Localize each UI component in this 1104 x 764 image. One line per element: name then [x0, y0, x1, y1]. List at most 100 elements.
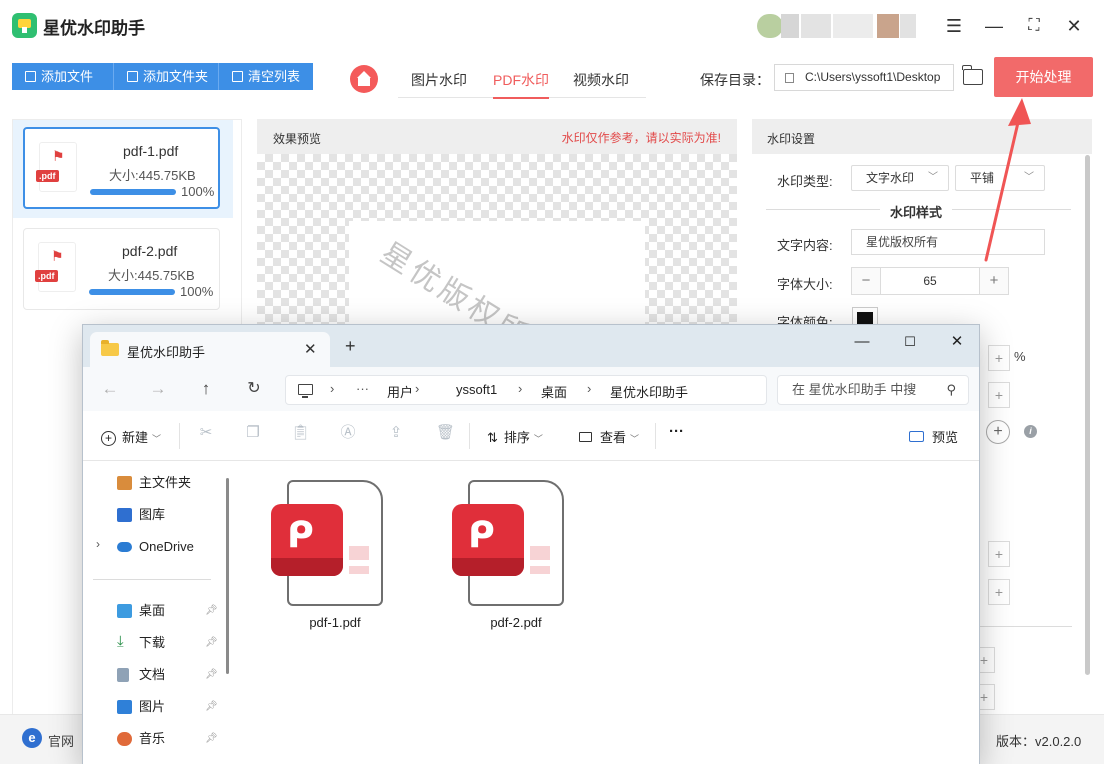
close-tab-icon[interactable]: ✕	[304, 340, 317, 358]
file-name-label[interactable]: pdf-2.pdf	[458, 615, 574, 630]
explorer-search-input[interactable]: 在 星优水印助手 中搜 ⚲	[777, 375, 969, 405]
breadcrumb-item[interactable]: 桌面	[541, 382, 567, 401]
title-bar: 星优水印助手 ☰ — ⛶ ✕	[0, 0, 1104, 52]
cut-icon[interactable]: ✂	[197, 424, 215, 442]
explorer-file-area: ᑭ pdf-1.pdf ᑭ pdf-2.pdf	[235, 462, 979, 764]
add-file-label: 添加文件	[41, 69, 94, 84]
pdf-decoration	[349, 566, 369, 574]
pdf-decoration	[530, 566, 550, 574]
tab-video-watermark[interactable]: 视频水印	[573, 70, 629, 90]
tab-pdf-watermark[interactable]: PDF水印	[493, 70, 549, 99]
tab-image-watermark[interactable]: 图片水印	[411, 70, 467, 90]
nav-item-label: 主文件夹	[139, 475, 192, 490]
paste-icon[interactable]: 📋︎	[291, 424, 310, 442]
close-icon[interactable]: ✕	[1062, 14, 1086, 38]
pin-icon[interactable]: 📌︎	[205, 733, 218, 744]
maximize-icon[interactable]: ⛶	[1022, 14, 1046, 38]
pdf-file-item[interactable]: ᑭ	[271, 480, 387, 608]
nav-scrollbar[interactable]	[226, 478, 229, 674]
nav-item-onedrive[interactable]: OneDrive	[117, 537, 194, 557]
plus-circle-icon: +	[101, 431, 116, 446]
divider	[469, 423, 470, 449]
font-size-value[interactable]: 65	[880, 268, 980, 294]
copy-icon[interactable]: ❐	[244, 424, 262, 442]
rename-icon[interactable]: Ⓐ	[339, 424, 357, 442]
website-link[interactable]: 官网	[48, 731, 74, 750]
close-icon[interactable]: ✕	[943, 331, 971, 353]
nav-item-gallery[interactable]: 图库	[117, 505, 165, 525]
new-button[interactable]: + 新建 ﹀	[101, 427, 161, 446]
add-circle-icon[interactable]: +	[986, 420, 1010, 444]
file-name-label[interactable]: pdf-1.pdf	[277, 615, 393, 630]
nav-item-label: OneDrive	[139, 539, 194, 554]
delete-icon[interactable]: 🗑︎	[436, 424, 455, 442]
pdf-tag: .pdf	[35, 270, 58, 282]
download-icon: ⤓	[117, 633, 124, 650]
increase-button[interactable]: +	[988, 382, 1010, 408]
pin-icon[interactable]: 📌︎	[205, 701, 218, 712]
desktop-icon	[117, 604, 132, 618]
refresh-icon[interactable]: ↻	[243, 379, 265, 399]
preview-pane-button[interactable]: 预览	[909, 427, 958, 446]
gallery-icon	[117, 508, 132, 522]
explorer-tab[interactable]: 星优水印助手 ✕	[90, 332, 330, 367]
nav-item-home[interactable]: 主文件夹	[117, 473, 191, 493]
pdf-file-icon: .pdf	[36, 142, 77, 192]
website-logo-icon[interactable]: e	[22, 728, 42, 748]
settings-scrollbar[interactable]	[1085, 155, 1090, 675]
add-file-button[interactable]: 添加文件	[12, 63, 115, 90]
folder-open-icon[interactable]	[962, 65, 983, 85]
pin-icon[interactable]: 📌︎	[205, 637, 218, 648]
increase-button[interactable]: +	[988, 579, 1010, 605]
more-crumbs-icon[interactable]: ···	[356, 381, 369, 396]
up-arrow-icon[interactable]: ↑	[195, 379, 217, 399]
minimize-icon[interactable]: —	[982, 14, 1006, 38]
save-path-field[interactable]: C:\Users\yssoft1\Desktop	[774, 64, 954, 91]
user-avatar-blurred[interactable]	[757, 14, 917, 38]
nav-item-music[interactable]: 音乐	[117, 729, 165, 749]
breadcrumb[interactable]: › ··· › 用户 yssoft1 › 桌面 › 星优水印助手	[285, 375, 767, 405]
decrease-button[interactable]: −	[852, 268, 880, 294]
increase-button[interactable]: +	[988, 345, 1010, 371]
settings-sliders-icon[interactable]: ☰	[942, 14, 966, 38]
nav-item-downloads[interactable]: ⤓ 下载	[117, 633, 165, 653]
add-folder-button[interactable]: 添加文件夹	[113, 63, 218, 90]
new-tab-icon[interactable]: +	[345, 337, 356, 355]
preview-header: 效果预览 水印仅作参考，请以实际为准!	[257, 119, 737, 154]
progress-percent: 100%	[181, 184, 215, 199]
pdf-decoration	[530, 546, 550, 560]
save-dir-label: 保存目录：	[700, 72, 770, 88]
progress-percent: 100%	[180, 284, 214, 299]
watermark-type-select[interactable]: 文字水印 ﹀	[851, 165, 949, 191]
pin-icon[interactable]: 📌︎	[205, 669, 218, 680]
more-options-icon[interactable]: ···	[669, 423, 684, 440]
breadcrumb-item[interactable]: yssoft1	[456, 382, 497, 397]
sort-button[interactable]: ⇅ 排序 ﹀	[487, 427, 543, 446]
forward-arrow-icon[interactable]: →	[147, 379, 169, 399]
file-card-pdf-1[interactable]: .pdf pdf-1.pdf 大小:445.75KB 100%	[23, 127, 220, 209]
home-button[interactable]	[350, 65, 378, 93]
home-icon	[117, 476, 132, 490]
pdf-icon-shade	[452, 558, 524, 576]
percent-unit: %	[1014, 349, 1026, 364]
pin-icon[interactable]: 📌︎	[205, 605, 218, 616]
nav-item-desktop[interactable]: 桌面	[117, 601, 165, 621]
file-card-pdf-2[interactable]: .pdf pdf-2.pdf 大小:445.75KB 100%	[23, 228, 220, 310]
back-arrow-icon[interactable]: ←	[99, 379, 121, 399]
share-icon[interactable]: ⇪	[387, 424, 405, 442]
clear-list-button[interactable]: 清空列表	[218, 63, 313, 90]
start-process-button[interactable]: 开始处理	[994, 57, 1093, 97]
view-button[interactable]: 查看 ﹀	[579, 427, 639, 446]
progress-fill	[90, 189, 176, 195]
increase-button[interactable]: +	[988, 541, 1010, 567]
breadcrumb-item[interactable]: 用户	[387, 382, 413, 401]
nav-item-documents[interactable]: 文档	[117, 665, 165, 685]
expand-chevron-icon[interactable]: ›	[96, 537, 100, 551]
breadcrumb-item[interactable]: 星优水印助手	[610, 382, 688, 401]
nav-item-pictures[interactable]: 图片	[117, 697, 165, 717]
maximize-icon[interactable]: ☐	[896, 331, 924, 353]
info-icon[interactable]: i	[1024, 425, 1037, 438]
pdf-file-item[interactable]: ᑭ	[452, 480, 568, 608]
explorer-tab-title: 星优水印助手	[127, 345, 206, 360]
minimize-icon[interactable]: —	[848, 331, 876, 353]
